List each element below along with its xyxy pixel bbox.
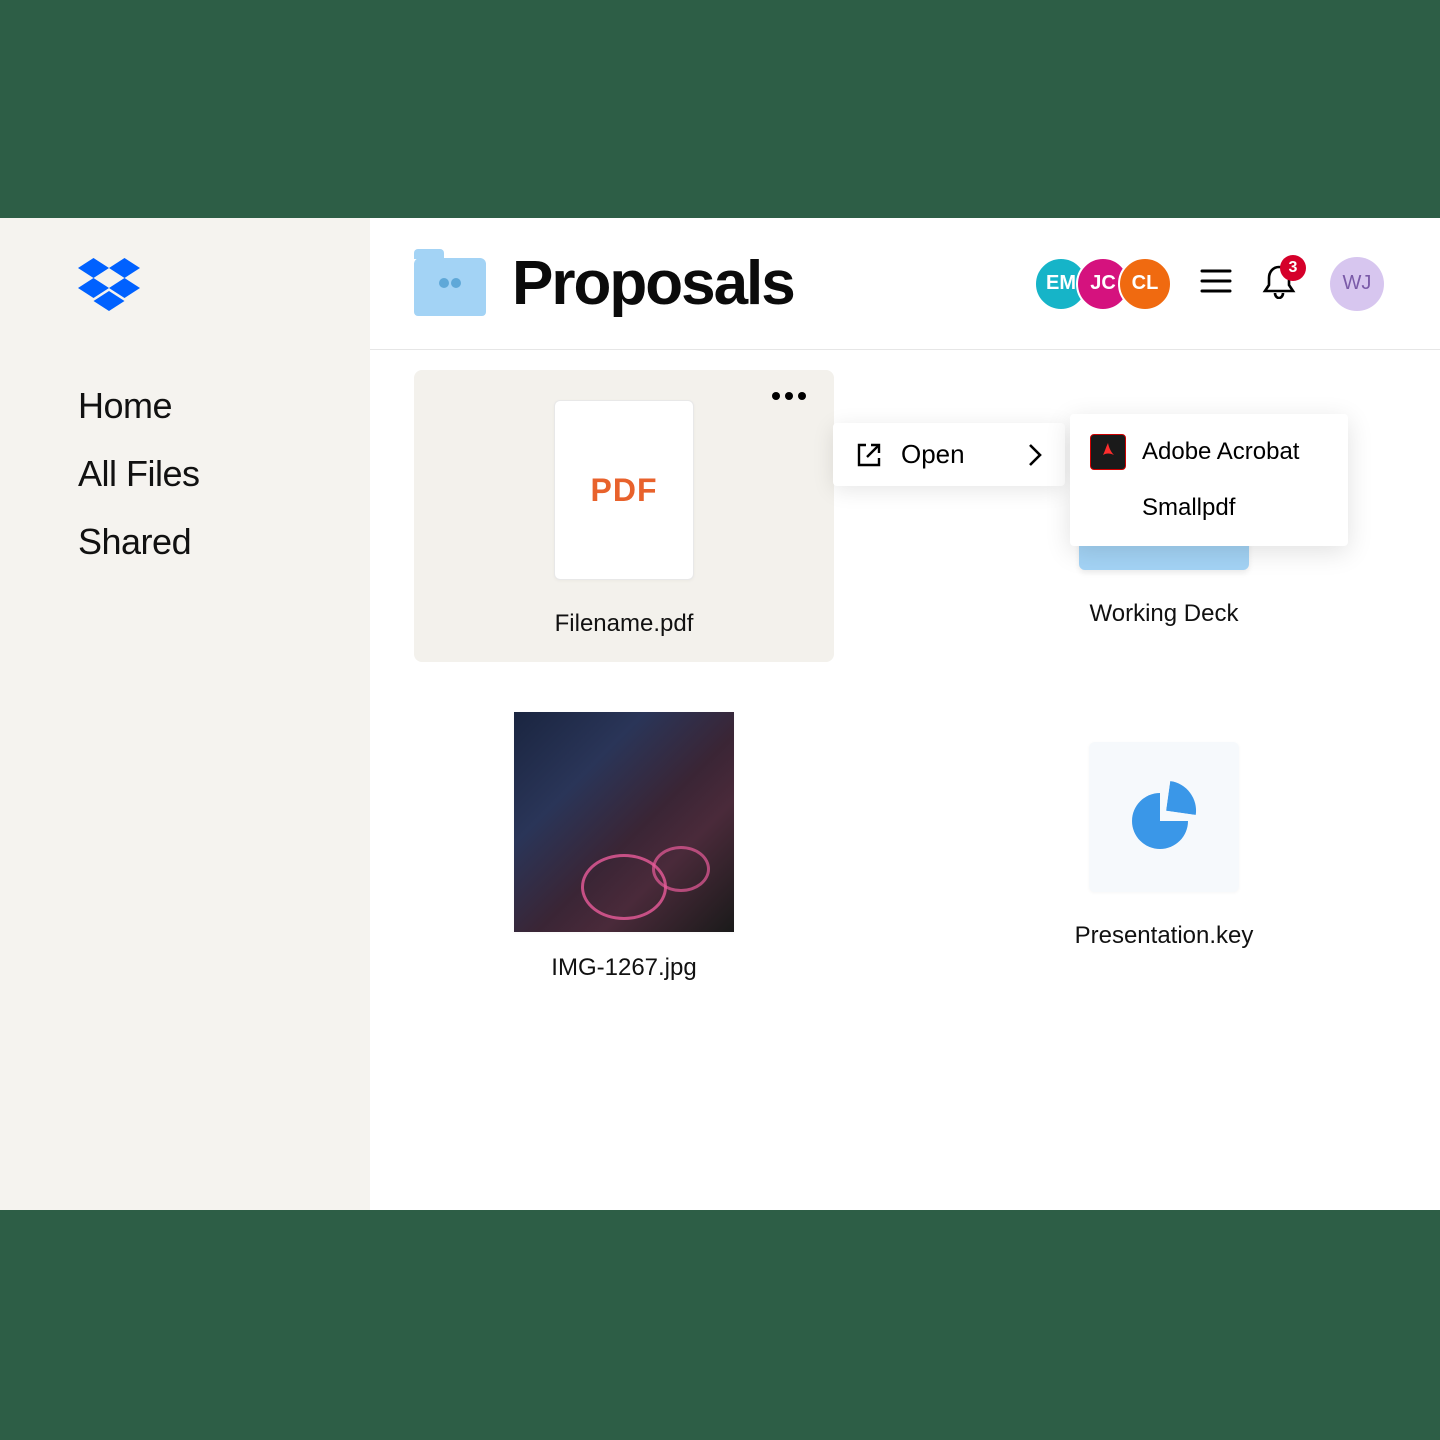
notifications-button[interactable]: 3 <box>1262 263 1296 304</box>
submenu-item-label: Smallpdf <box>1142 494 1235 522</box>
main-content: Proposals EM JC CL 3 WJ <box>370 218 1440 1210</box>
smallpdf-icon <box>1090 490 1126 526</box>
file-name: Filename.pdf <box>555 610 694 638</box>
submenu-item-smallpdf[interactable]: Smallpdf <box>1070 480 1348 536</box>
submenu-item-label: Adobe Acrobat <box>1142 438 1299 466</box>
file-card-pdf[interactable]: PDF Filename.pdf <box>414 370 834 662</box>
open-external-icon <box>855 441 883 469</box>
user-avatar[interactable]: WJ <box>1330 257 1384 311</box>
context-menu-label: Open <box>901 439 1009 470</box>
avatar[interactable]: CL <box>1118 257 1172 311</box>
app-window: Home All Files Shared Proposals EM JC CL <box>0 218 1440 1210</box>
adobe-acrobat-icon <box>1090 434 1126 470</box>
sidebar-item-shared[interactable]: Shared <box>78 521 370 563</box>
file-card-image[interactable]: IMG-1267.jpg <box>414 682 834 1006</box>
sidebar-item-all-files[interactable]: All Files <box>78 453 370 495</box>
file-grid: PDF Filename.pdf Working Deck IMG-1267.j… <box>370 370 1440 1006</box>
pdf-thumbnail-icon: PDF <box>554 400 694 580</box>
pdf-label: PDF <box>591 472 658 509</box>
notification-badge: 3 <box>1280 255 1306 281</box>
sidebar: Home All Files Shared <box>0 218 370 1210</box>
chevron-right-icon <box>1027 442 1043 468</box>
context-menu-open[interactable]: Open <box>833 423 1065 486</box>
file-card-keynote[interactable]: Presentation.key <box>954 682 1374 1006</box>
file-name: Working Deck <box>1090 600 1239 628</box>
submenu-item-acrobat[interactable]: Adobe Acrobat <box>1070 424 1348 480</box>
page-title: Proposals <box>512 248 1034 319</box>
keynote-thumbnail-icon <box>1089 742 1239 892</box>
file-name: Presentation.key <box>1075 922 1254 950</box>
more-options-icon[interactable] <box>772 392 806 400</box>
pie-chart-icon <box>1132 785 1196 849</box>
file-name: IMG-1267.jpg <box>551 954 696 982</box>
shared-folder-icon <box>414 258 486 316</box>
collaborator-avatars[interactable]: EM JC CL <box>1034 257 1172 311</box>
dropbox-logo-icon[interactable] <box>78 258 370 317</box>
header: Proposals EM JC CL 3 WJ <box>370 248 1440 350</box>
image-thumbnail <box>514 712 734 932</box>
open-with-submenu: Adobe Acrobat Smallpdf <box>1070 414 1348 546</box>
hamburger-menu-icon[interactable] <box>1200 268 1232 299</box>
sidebar-item-home[interactable]: Home <box>78 385 370 427</box>
